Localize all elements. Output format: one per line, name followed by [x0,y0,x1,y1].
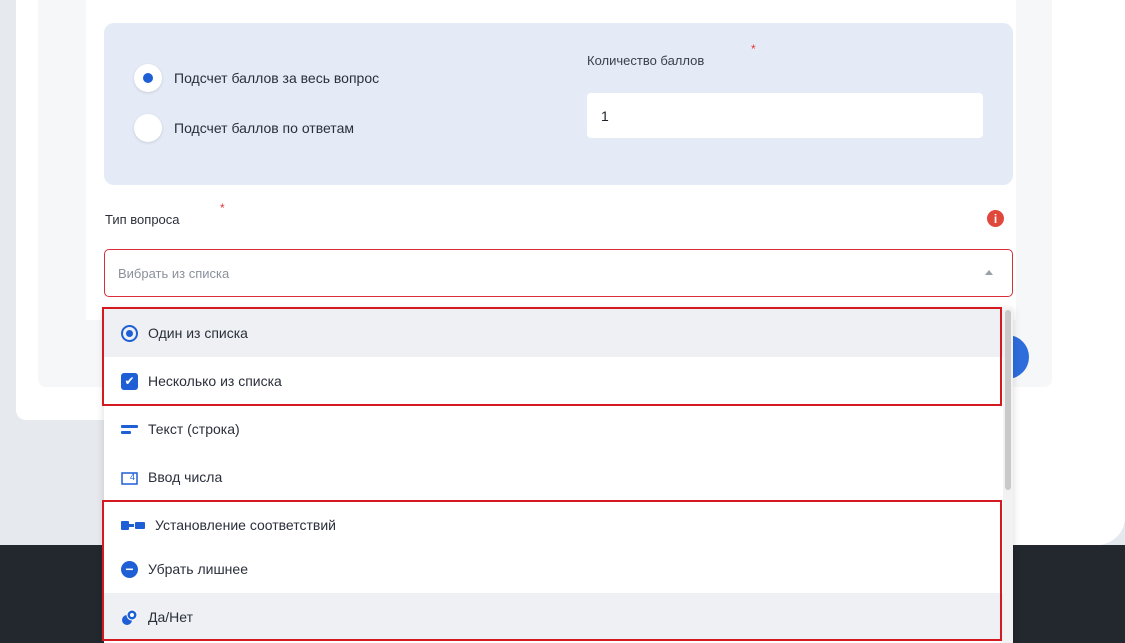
radio-score-by-answers[interactable]: Подсчет баллов по ответам [134,114,354,142]
radio-unchecked-icon [134,114,162,142]
question-type-required-mark: * [220,201,225,215]
svg-text:4: 4 [130,472,135,482]
radio-score-by-answers-label: Подсчет баллов по ответам [174,120,354,136]
option-number-input[interactable]: 4 Ввод числа [104,453,1004,501]
radio-score-whole-label: Подсчет баллов за весь вопрос [174,70,380,86]
radio-checked-icon [134,64,162,92]
question-type-label: Тип вопроса [105,212,180,227]
question-type-placeholder: Вибрать из списка [118,266,230,281]
option-label: Текст (строка) [148,421,240,437]
points-label: Количество баллов [587,53,705,68]
chevron-up-icon [985,270,993,275]
number-input-icon: 4 [121,469,138,486]
info-icon[interactable]: i [987,210,1004,227]
dropdown-scrollbar-thumb[interactable] [1005,310,1011,490]
points-required-mark: * [751,42,756,56]
highlight-box-top [102,307,1002,406]
option-text-line[interactable]: Текст (строка) [104,405,1004,453]
option-label: Ввод числа [148,469,223,485]
radio-score-whole-question[interactable]: Подсчет баллов за весь вопрос [134,64,379,92]
question-type-select[interactable]: Вибрать из списка [104,249,1013,297]
points-input[interactable] [587,93,983,138]
text-line-icon [121,421,138,438]
highlight-box-bottom [102,500,1002,641]
